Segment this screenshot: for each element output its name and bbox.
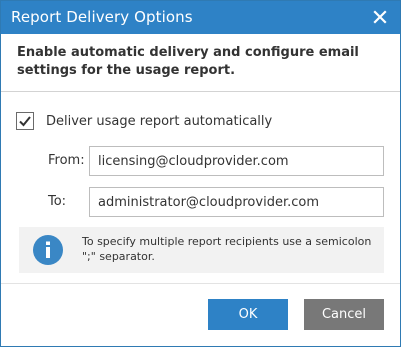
dialog-title: Report Delivery Options xyxy=(11,8,193,26)
from-label: From: xyxy=(48,153,85,168)
info-text: To specify multiple report recipients us… xyxy=(82,235,372,263)
header-divider xyxy=(1,91,400,92)
close-icon xyxy=(373,10,387,24)
footer-divider xyxy=(1,283,400,284)
ok-button[interactable]: OK xyxy=(208,299,288,330)
auto-delivery-checkbox[interactable] xyxy=(16,112,34,130)
cancel-button[interactable]: Cancel xyxy=(304,299,384,330)
auto-delivery-label[interactable]: Deliver usage report automatically xyxy=(46,114,272,129)
checkmark-icon xyxy=(19,116,31,127)
dialog-description: Enable automatic delivery and configure … xyxy=(17,45,359,78)
to-email-input[interactable] xyxy=(89,187,384,217)
from-email-input[interactable] xyxy=(89,146,384,176)
close-button[interactable] xyxy=(368,5,392,29)
info-icon xyxy=(33,235,63,265)
to-label: To: xyxy=(48,194,67,209)
report-delivery-dialog: Report Delivery Options Enable automatic… xyxy=(0,0,401,347)
info-box: To specify multiple report recipients us… xyxy=(19,227,384,273)
dialog-titlebar: Report Delivery Options xyxy=(1,1,400,34)
